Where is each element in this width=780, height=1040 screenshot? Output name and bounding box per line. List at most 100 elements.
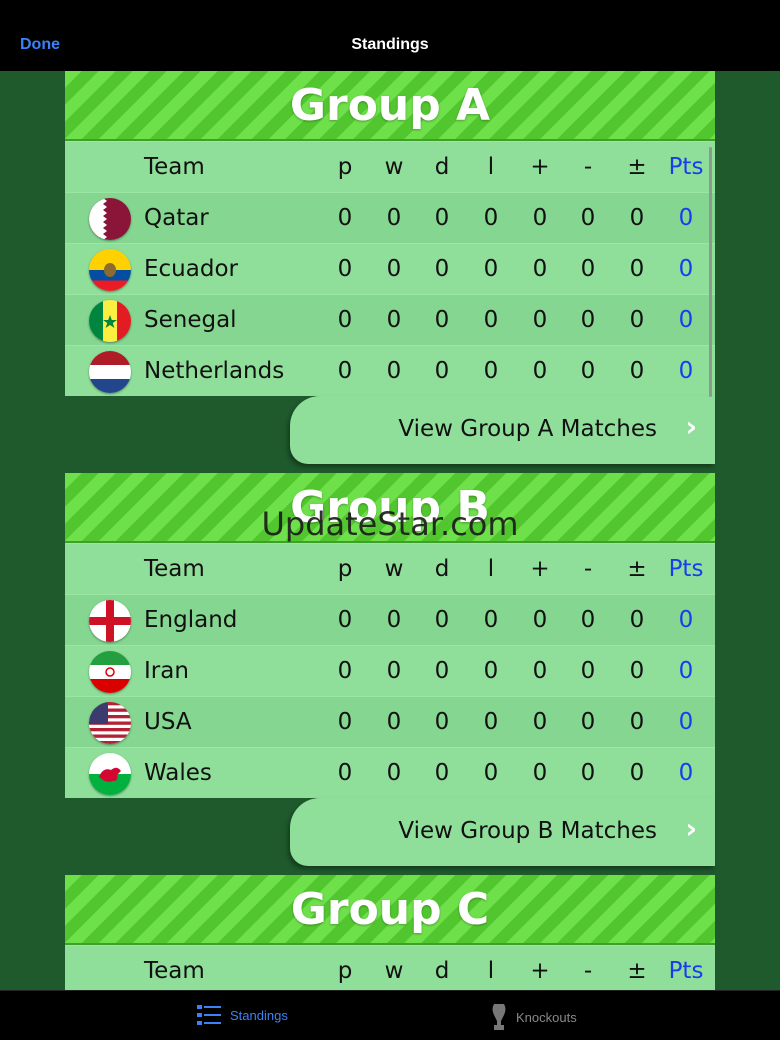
won-column-header: w <box>384 556 404 582</box>
points-value: 0 <box>678 307 694 333</box>
tab-bar: Standings Knockouts <box>0 990 780 1040</box>
team-column-header: Team <box>144 556 205 582</box>
goals-for-value: 0 <box>532 709 548 735</box>
goals-against-value: 0 <box>580 658 596 684</box>
played-value: 0 <box>337 709 353 735</box>
lost-value: 0 <box>483 760 499 786</box>
view-group-b-matches-button[interactable]: View Group B Matches › <box>290 798 715 866</box>
points-column-header: Pts <box>668 154 704 180</box>
drawn-value: 0 <box>434 205 450 231</box>
points-column-header: Pts <box>668 556 704 582</box>
played-value: 0 <box>337 607 353 633</box>
group-title: Group C <box>290 883 490 935</box>
table-row[interactable]: USA 0 0 0 0 0 0 0 0 <box>65 696 715 747</box>
drawn-column-header: d <box>434 958 450 984</box>
ecuador-flag-icon <box>89 249 131 291</box>
lost-column-header: l <box>487 556 495 582</box>
drawn-value: 0 <box>434 658 450 684</box>
goals-for-column-header: + <box>530 154 550 180</box>
group-header: Group A <box>65 71 715 141</box>
table-row[interactable]: England 0 0 0 0 0 0 0 0 <box>65 594 715 645</box>
drawn-value: 0 <box>434 358 450 384</box>
table-row[interactable]: Senegal 0 0 0 0 0 0 0 0 <box>65 294 715 345</box>
view-matches-label: View Group B Matches <box>398 818 657 844</box>
lost-value: 0 <box>483 358 499 384</box>
drawn-column-header: d <box>434 154 450 180</box>
lost-column-header: l <box>487 154 495 180</box>
won-value: 0 <box>386 256 402 282</box>
points-value: 0 <box>678 760 694 786</box>
won-value: 0 <box>386 658 402 684</box>
team-name: Senegal <box>144 307 237 333</box>
tab-standings[interactable]: Standings <box>196 1003 288 1030</box>
goals-against-column-header: - <box>583 154 593 180</box>
wales-flag-icon <box>89 753 131 795</box>
drawn-value: 0 <box>434 607 450 633</box>
team-name: Ecuador <box>144 256 238 282</box>
points-value: 0 <box>678 709 694 735</box>
played-column-header: p <box>337 154 353 180</box>
view-matches-label: View Group A Matches <box>398 416 657 442</box>
page-title: Standings <box>351 36 429 53</box>
points-value: 0 <box>678 607 694 633</box>
goals-for-value: 0 <box>532 607 548 633</box>
goals-against-value: 0 <box>580 709 596 735</box>
played-value: 0 <box>337 658 353 684</box>
goal-difference-value: 0 <box>629 760 645 786</box>
goals-against-value: 0 <box>580 307 596 333</box>
lost-value: 0 <box>483 205 499 231</box>
goals-for-value: 0 <box>532 307 548 333</box>
navigation-bar: Done Standings <box>0 0 780 71</box>
table-row[interactable]: Qatar 0 0 0 0 0 0 0 0 <box>65 192 715 243</box>
goals-against-value: 0 <box>580 205 596 231</box>
table-header-row: Team p w d l + - ± Pts <box>65 141 715 192</box>
lost-value: 0 <box>483 607 499 633</box>
table-row[interactable]: Wales 0 0 0 0 0 0 0 0 <box>65 747 715 798</box>
team-column-header: Team <box>144 154 205 180</box>
table-header-row: Team p w d l + - ± Pts <box>65 543 715 594</box>
points-value: 0 <box>678 205 694 231</box>
team-name: England <box>144 607 238 633</box>
goals-against-column-header: - <box>583 556 593 582</box>
group-card-c: Group C Team p w d l + - ± Pts <box>65 875 715 990</box>
won-value: 0 <box>386 709 402 735</box>
table-row[interactable]: Ecuador 0 0 0 0 0 0 0 0 <box>65 243 715 294</box>
won-value: 0 <box>386 607 402 633</box>
won-value: 0 <box>386 760 402 786</box>
goals-against-column-header: - <box>583 958 593 984</box>
played-value: 0 <box>337 760 353 786</box>
group-title: Group A <box>289 79 491 131</box>
goals-for-value: 0 <box>532 760 548 786</box>
played-column-header: p <box>337 958 353 984</box>
goal-difference-column-header: ± <box>627 958 647 984</box>
goal-difference-value: 0 <box>629 709 645 735</box>
points-value: 0 <box>678 658 694 684</box>
played-value: 0 <box>337 307 353 333</box>
view-group-a-matches-button[interactable]: View Group A Matches › <box>290 396 715 464</box>
team-column-header: Team <box>144 958 205 984</box>
team-name: Qatar <box>144 205 209 231</box>
chevron-right-icon: › <box>685 410 697 443</box>
won-column-header: w <box>384 154 404 180</box>
goals-against-value: 0 <box>580 607 596 633</box>
goals-against-value: 0 <box>580 358 596 384</box>
played-value: 0 <box>337 256 353 282</box>
drawn-value: 0 <box>434 709 450 735</box>
tab-knockouts[interactable]: Knockouts <box>490 1003 577 1034</box>
goals-against-value: 0 <box>580 760 596 786</box>
lost-value: 0 <box>483 658 499 684</box>
goal-difference-value: 0 <box>629 658 645 684</box>
senegal-flag-icon <box>89 300 131 342</box>
goal-difference-value: 0 <box>629 358 645 384</box>
table-row[interactable]: Iran 0 0 0 0 0 0 0 0 <box>65 645 715 696</box>
drawn-value: 0 <box>434 256 450 282</box>
played-value: 0 <box>337 358 353 384</box>
netherlands-flag-icon <box>89 351 131 393</box>
goals-for-column-header: + <box>530 958 550 984</box>
drawn-value: 0 <box>434 307 450 333</box>
goal-difference-value: 0 <box>629 256 645 282</box>
table-row[interactable]: Netherlands 0 0 0 0 0 0 0 0 <box>65 345 715 396</box>
scroll-indicator[interactable] <box>709 147 712 397</box>
goals-for-column-header: + <box>530 556 550 582</box>
played-value: 0 <box>337 205 353 231</box>
